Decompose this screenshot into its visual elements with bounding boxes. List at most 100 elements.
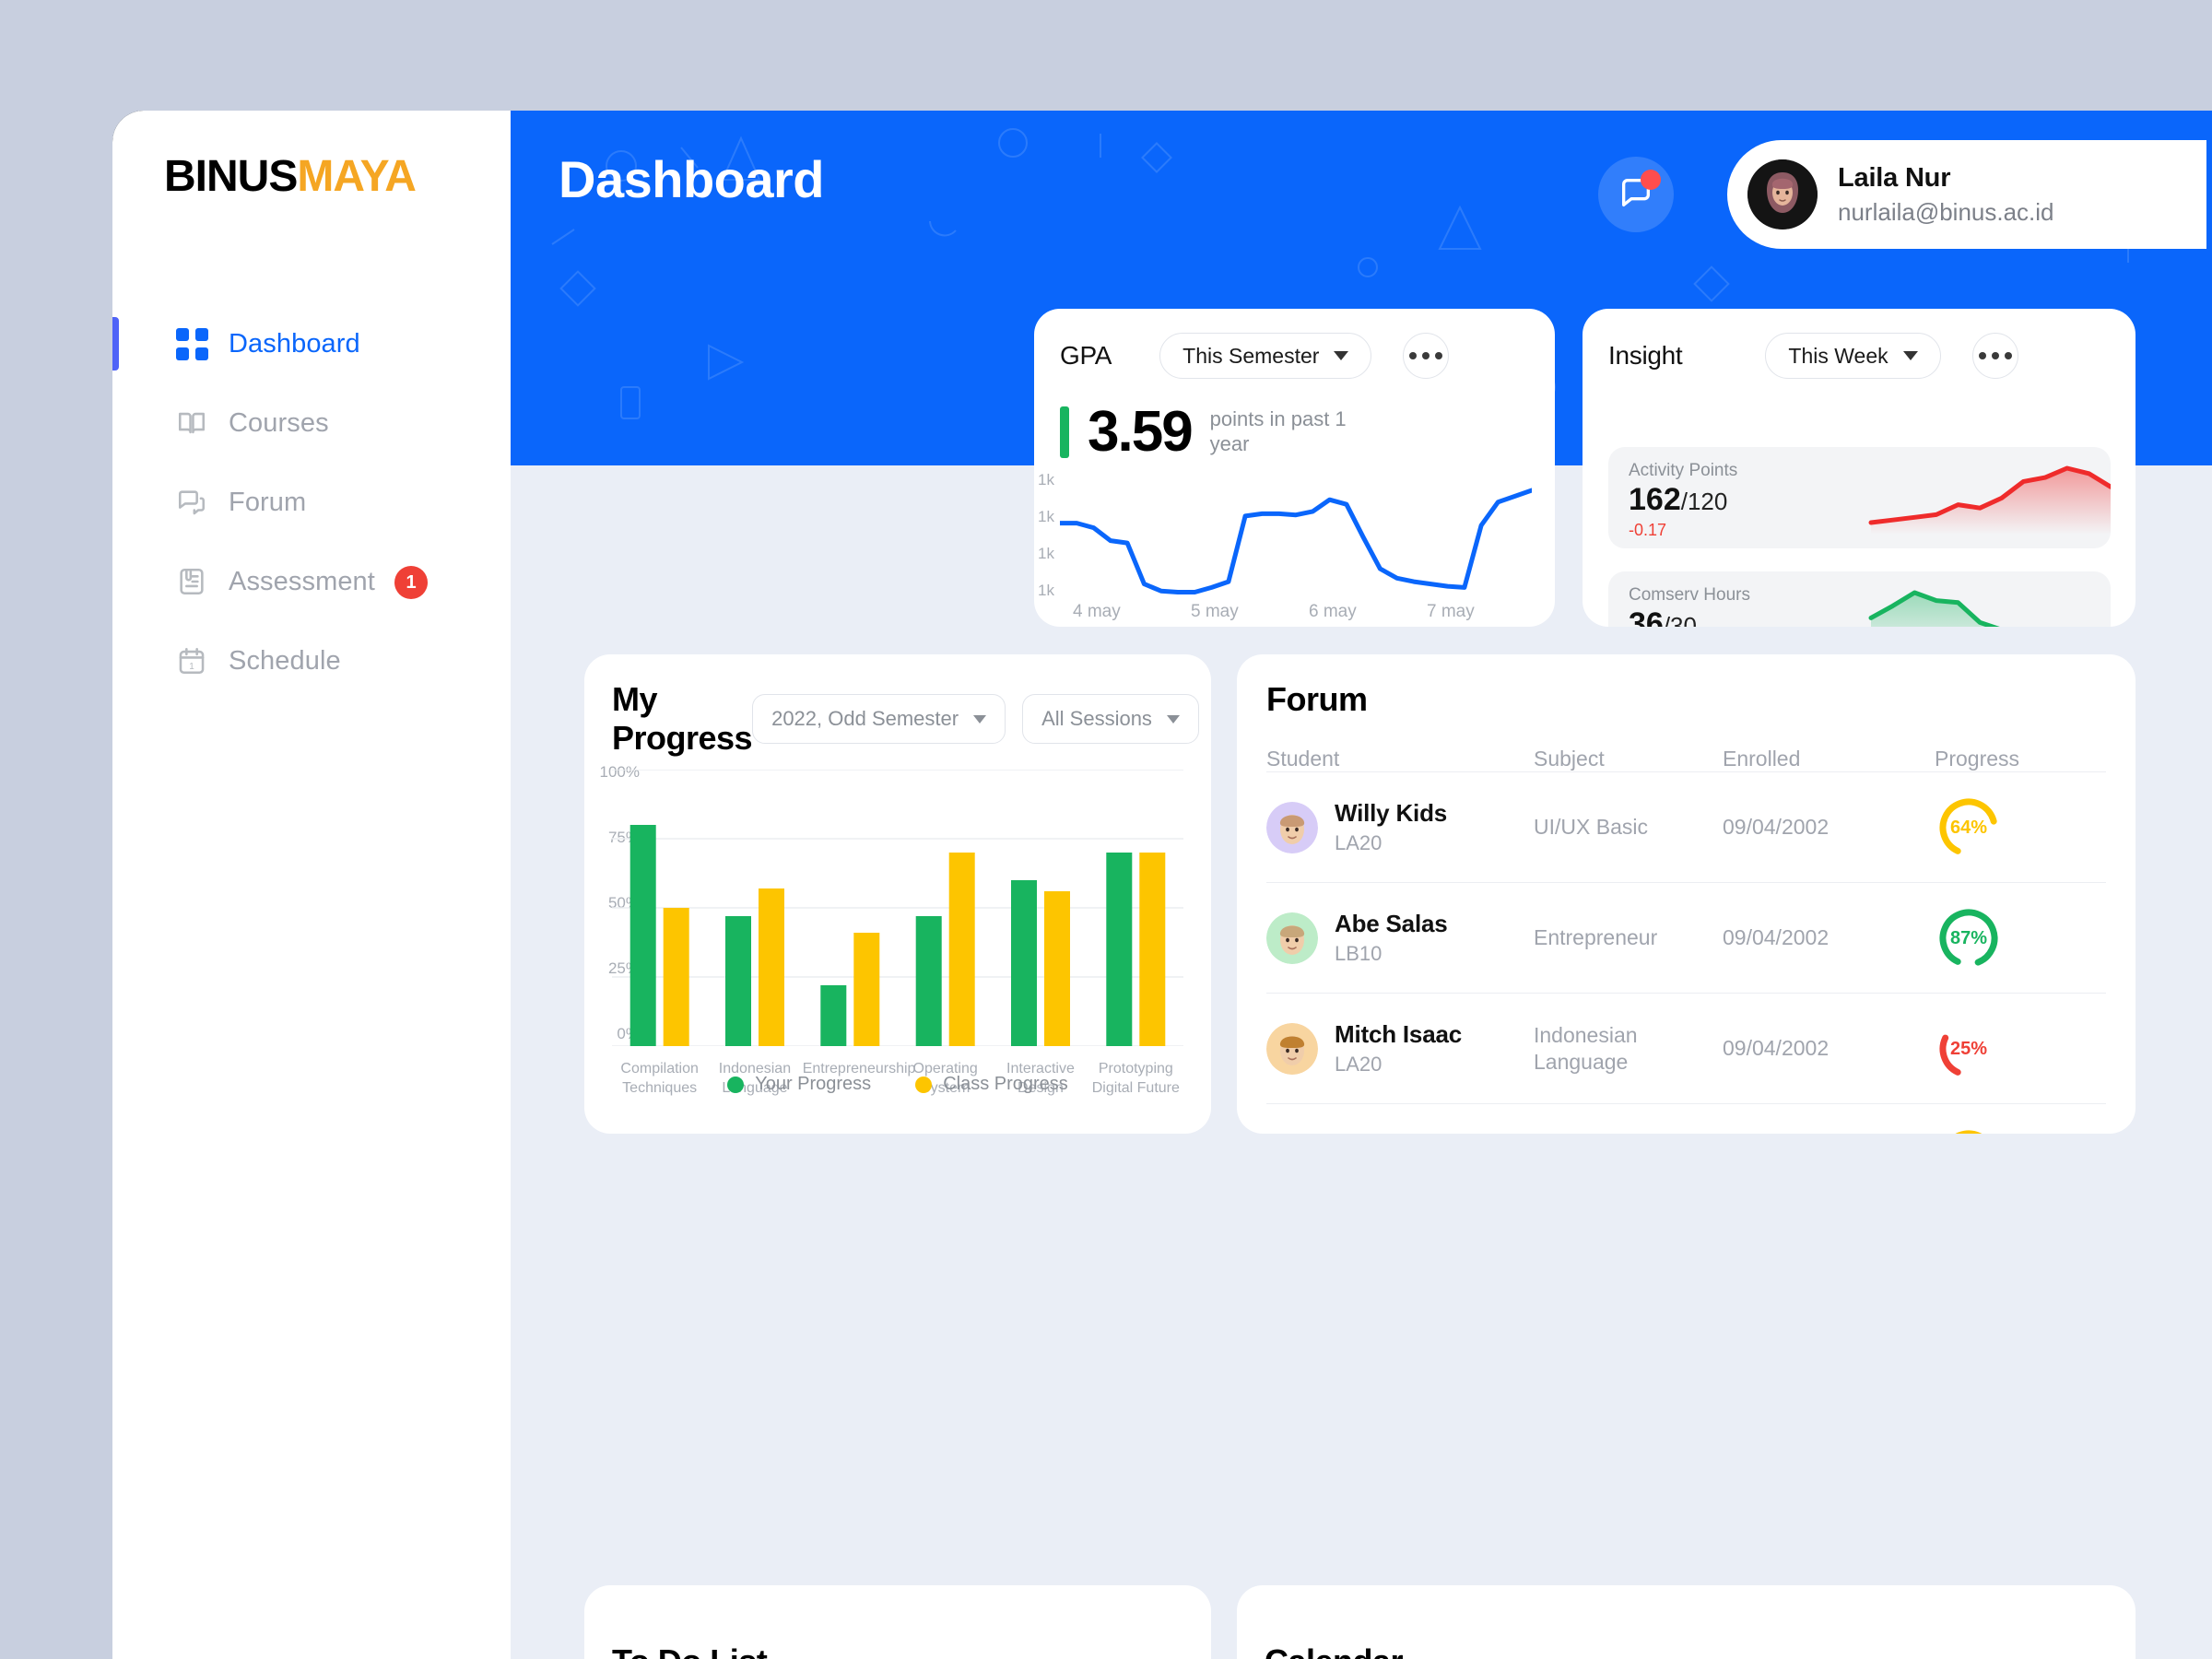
insight-card-header: Insight This Week <box>1608 333 2110 379</box>
sidebar-item-assessment[interactable]: Assessment 1 <box>112 553 511 610</box>
forum-table-header: Student Subject Enrolled Progress <box>1266 747 2106 771</box>
sidebar-label-schedule: Schedule <box>229 645 341 676</box>
table-row[interactable]: Mitch Isaac LA20 Indonesian Language 09/04/… <box>1266 993 2106 1103</box>
book-icon <box>175 406 208 440</box>
table-row[interactable]: Willy Kids LA20 UI/UX Basic 09/04/2002 64% <box>1266 771 2106 882</box>
calendar-title: Calendar <box>1265 1642 1404 1659</box>
app-logo: BINUSMAYA <box>164 152 417 201</box>
calendar-card: Calendar <box>1237 1585 2136 1659</box>
progress-bar <box>629 825 656 1046</box>
progress-ring: 25% <box>1939 1019 1998 1077</box>
enrolled-cell: 09/04/2002 <box>1723 1036 1830 1060</box>
progress-cell: 64% <box>1935 794 2073 862</box>
progress-cell: 25% <box>1935 1015 2073 1083</box>
progress-cell: 87% <box>1935 904 2073 972</box>
column-header-progress: Progress <box>1935 747 2020 771</box>
insight-metric-value: 36/30 <box>1629 606 1697 627</box>
student-cell: Jack ColeLB10 <box>1266 1131 1534 1134</box>
logo-binus: BINUS <box>164 152 298 201</box>
svg-text:25%: 25% <box>1950 1039 1987 1059</box>
sidebar-label-courses: Courses <box>229 407 329 438</box>
subject-cell: UI/UX Basic <box>1534 815 1648 840</box>
sidebar-item-dashboard[interactable]: Dashboard <box>112 315 511 372</box>
insight-metric-target: /120 <box>1680 488 1728 515</box>
gpa-ytick-2: 1k <box>1038 545 1054 562</box>
student-cell: Abe Salas LB10 <box>1266 910 1534 966</box>
student-name: Mitch Isaac <box>1335 1020 1462 1048</box>
calendar-icon: 1 <box>175 644 208 677</box>
grid-icon <box>175 327 208 360</box>
svg-text:87%: 87% <box>1950 928 1987 948</box>
avatar <box>1266 912 1318 964</box>
insight-title: Insight <box>1608 341 1683 370</box>
page-title: Dashboard <box>559 150 825 208</box>
insight-card: Insight This Week Activity Points 162/12… <box>1583 309 2136 627</box>
sidebar-item-schedule[interactable]: 1 Schedule <box>112 632 511 689</box>
chevron-down-icon <box>973 714 987 724</box>
avatar <box>1266 1022 1318 1075</box>
gpa-period-select[interactable]: This Semester <box>1159 333 1372 379</box>
insight-more-button[interactable] <box>1971 333 2018 379</box>
table-row[interactable]: Abe Salas LB10 Entrepreneur 09/04/2002 87% <box>1266 882 2106 993</box>
student-name: Jack Cole <box>1335 1131 1445 1134</box>
profile-info: Laila Nur nurlaila@binus.ac.id <box>1838 163 2054 227</box>
subject-cell: Entrepreneur <box>1534 925 1658 950</box>
progress-bar <box>915 916 942 1046</box>
sidebar-label-dashboard: Dashboard <box>229 328 360 359</box>
progress-cell: 56% <box>1935 1125 2073 1134</box>
app-window: BINUSMAYA Dashboard Courses Forum Assess… <box>112 111 2212 1659</box>
progress-ring: 64% <box>1939 798 1998 856</box>
profile-menu[interactable]: Laila Nur nurlaila@binus.ac.id <box>1727 140 2206 249</box>
progress-bar <box>1044 891 1070 1046</box>
avatar <box>1266 801 1318 853</box>
progress-bar <box>725 916 751 1046</box>
legend-your-progress: Your Progress <box>727 1074 871 1095</box>
comserv-hours-sparkline <box>1868 590 2000 627</box>
session-select[interactable]: All Sessions <box>1022 694 1199 744</box>
progress-ring: 56% <box>1939 1130 1998 1134</box>
unread-indicator <box>1641 170 1661 190</box>
messages-button[interactable] <box>1598 157 1674 232</box>
chevron-down-icon <box>1166 714 1180 724</box>
progress-bar <box>948 853 975 1046</box>
semester-value: 2022, Odd Semester <box>771 707 959 730</box>
student-name-block: Mitch Isaac LA20 <box>1335 1020 1462 1077</box>
progress-bar <box>1106 853 1133 1046</box>
insight-metric-comserv-hours[interactable]: Comserv Hours 36/30 +3 hours <box>1608 571 2111 627</box>
student-name: Abe Salas <box>1335 910 1448 937</box>
student-name: Willy Kids <box>1335 799 1448 827</box>
activity-points-sparkline <box>1868 465 2111 535</box>
gpa-more-button[interactable] <box>1403 333 1450 379</box>
svg-text:64%: 64% <box>1950 818 1987 838</box>
document-icon <box>175 565 208 598</box>
insight-metric-activity-points[interactable]: Activity Points 162/120 -0.17 <box>1608 447 2111 548</box>
insight-metric-delta: -0.17 <box>1629 521 1667 539</box>
student-name-block: Jack ColeLB10 <box>1335 1131 1445 1134</box>
progress-bar <box>759 888 784 1046</box>
column-header-enrolled: Enrolled <box>1723 747 1801 771</box>
todo-list-title: To Do List <box>612 1642 768 1659</box>
forum-title: Forum <box>1266 680 1368 718</box>
table-row[interactable]: Jack ColeLB10Operating System09/04/20025… <box>1266 1103 2106 1134</box>
chevron-down-icon <box>1902 351 1918 360</box>
gpa-period-value: This Semester <box>1182 343 1320 368</box>
gpa-ytick-3: 1k <box>1038 582 1054 599</box>
my-progress-filters: 2022, Odd Semester All Sessions <box>752 694 1199 744</box>
chat-icon <box>175 486 208 519</box>
my-progress-header: My Progress 2022, Odd Semester All Sessi… <box>612 680 1199 758</box>
sidebar-item-forum[interactable]: Forum <box>112 474 511 531</box>
column-header-student: Student <box>1266 747 1340 771</box>
insight-metric-target: /30 <box>1663 612 1697 627</box>
semester-select[interactable]: 2022, Odd Semester <box>752 694 1006 744</box>
legend-swatch-yellow <box>915 1076 933 1093</box>
my-progress-title: My Progress <box>612 680 753 757</box>
legend-class-progress: Class Progress <box>915 1074 1068 1095</box>
insight-period-select[interactable]: This Week <box>1765 333 1941 379</box>
forum-table-body: Willy Kids LA20 UI/UX Basic 09/04/2002 64% Ab… <box>1266 771 2106 1134</box>
progress-bar <box>853 933 880 1046</box>
sidebar-item-courses[interactable]: Courses <box>112 394 511 452</box>
insight-period-value: This Week <box>1788 343 1888 368</box>
svg-text:1: 1 <box>189 662 194 672</box>
avatar <box>1747 159 1818 229</box>
chevron-down-icon <box>1334 351 1349 360</box>
